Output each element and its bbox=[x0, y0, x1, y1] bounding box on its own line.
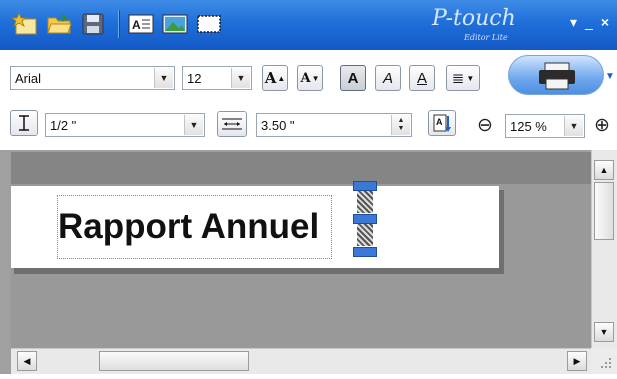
label-length-value: 3.50 " bbox=[261, 118, 295, 133]
scroll-left-button[interactable]: ◀ bbox=[17, 351, 37, 371]
title-bar: A P-touch Editor Lite ▾ _ × bbox=[0, 0, 617, 50]
window-controls: ▾ _ × bbox=[570, 14, 609, 34]
insert-text-button[interactable]: A bbox=[126, 9, 156, 39]
print-options-chevron-icon[interactable]: ▼ bbox=[603, 60, 617, 92]
minimize-button[interactable]: _ bbox=[585, 14, 593, 34]
logo-edition: Editor Lite bbox=[464, 33, 508, 42]
auto-length-icon: A bbox=[433, 114, 451, 132]
svg-text:A: A bbox=[132, 18, 141, 32]
vertical-scrollbar[interactable]: ▲ ▼ bbox=[591, 150, 617, 348]
floppy-disk-icon bbox=[82, 13, 104, 35]
chevron-down-icon[interactable]: ▼ bbox=[154, 68, 173, 88]
svg-text:A: A bbox=[436, 117, 443, 127]
italic-button[interactable]: A bbox=[375, 65, 401, 91]
arrow-left-icon: ◀ bbox=[23, 355, 31, 366]
label-text[interactable]: Rapport Annuel bbox=[58, 207, 343, 247]
logo-brand: P-touch bbox=[432, 6, 516, 31]
bold-icon: A bbox=[347, 69, 359, 87]
underline-button[interactable]: A bbox=[409, 65, 435, 91]
editing-canvas[interactable]: Rapport Annuel bbox=[0, 150, 617, 374]
align-button[interactable]: ≣ ▼ bbox=[446, 65, 480, 91]
tape-width-value: 1/2 " bbox=[50, 118, 77, 133]
label-length-icon bbox=[217, 111, 247, 137]
close-button[interactable]: × bbox=[601, 14, 609, 34]
menu-dropdown-icon[interactable]: ▾ bbox=[570, 14, 577, 34]
label-tape[interactable]: Rapport Annuel bbox=[11, 181, 499, 268]
resize-grip-icon[interactable] bbox=[591, 348, 617, 374]
arrow-up-icon: ▲ bbox=[599, 165, 609, 175]
tape-width-icon bbox=[10, 110, 38, 136]
chevron-down-icon[interactable]: ▼ bbox=[231, 68, 250, 88]
toolbar-separator bbox=[118, 10, 120, 38]
vertical-scroll-thumb[interactable] bbox=[594, 182, 614, 240]
scroll-up-button[interactable]: ▲ bbox=[594, 160, 614, 180]
arrow-right-icon: ▶ bbox=[573, 355, 581, 366]
insert-frame-button[interactable] bbox=[194, 9, 224, 39]
zoom-value: 125 % bbox=[510, 119, 547, 134]
save-button[interactable] bbox=[78, 9, 108, 39]
layout-toolbar: 1/2 " ▼ 3.50 " ▲ ▼ A ⊖ 125 % ▼ ⊕ bbox=[0, 102, 617, 150]
resize-handle-middle[interactable] bbox=[353, 214, 377, 224]
horizontal-scroll-thumb[interactable] bbox=[99, 351, 249, 371]
new-star-icon bbox=[12, 12, 37, 35]
text-box-icon: A bbox=[128, 14, 154, 34]
label-length-spinner[interactable]: 3.50 " ▲ ▼ bbox=[256, 113, 412, 137]
ptouch-logo: P-touch Editor Lite bbox=[428, 6, 518, 44]
font-name-value: Arial bbox=[15, 71, 42, 86]
print-button[interactable] bbox=[508, 55, 604, 95]
decrease-font-button[interactable]: A ▼ bbox=[297, 65, 323, 91]
scroll-down-button[interactable]: ▼ bbox=[594, 322, 614, 342]
resize-handle-bottom[interactable] bbox=[353, 247, 377, 257]
selection-hatch bbox=[357, 224, 373, 246]
canvas-top-band bbox=[11, 152, 591, 184]
text-object[interactable]: Rapport Annuel bbox=[57, 195, 332, 259]
horizontal-scrollbar[interactable]: ◀ ▶ bbox=[11, 348, 591, 374]
selection-hatch bbox=[357, 191, 373, 213]
picture-icon bbox=[162, 14, 188, 34]
arrow-down-icon: ▼ bbox=[599, 327, 609, 337]
align-left-icon: ≣ bbox=[451, 70, 465, 87]
italic-icon: A bbox=[382, 69, 393, 87]
increase-font-button[interactable]: A ▲ bbox=[262, 65, 288, 91]
auto-length-button[interactable]: A bbox=[428, 110, 456, 136]
printer-icon bbox=[539, 62, 575, 90]
insert-image-button[interactable] bbox=[160, 9, 190, 39]
scroll-right-button[interactable]: ▶ bbox=[567, 351, 587, 371]
spinner-arrows-icon[interactable]: ▲ ▼ bbox=[391, 115, 410, 135]
underline-icon: A bbox=[416, 69, 427, 87]
font-size-select[interactable]: 12 ▼ bbox=[182, 66, 252, 90]
chevron-down-icon[interactable]: ▼ bbox=[184, 115, 203, 135]
frame-icon bbox=[197, 15, 221, 33]
zoom-out-icon[interactable]: ⊖ bbox=[477, 114, 493, 137]
folder-icon bbox=[47, 14, 72, 34]
font-size-value: 12 bbox=[187, 71, 202, 86]
bold-button[interactable]: A bbox=[340, 65, 366, 91]
resize-handle-top[interactable] bbox=[353, 181, 377, 191]
decrease-font-icon: A bbox=[300, 70, 311, 86]
zoom-select[interactable]: 125 % ▼ bbox=[505, 114, 585, 138]
tape-width-select[interactable]: 1/2 " ▼ bbox=[45, 113, 205, 137]
resize-handles[interactable] bbox=[353, 181, 377, 259]
chevron-down-icon[interactable]: ▼ bbox=[564, 116, 583, 136]
increase-font-icon: A bbox=[264, 69, 277, 87]
font-name-select[interactable]: Arial ▼ bbox=[10, 66, 175, 90]
new-label-button[interactable] bbox=[10, 9, 40, 39]
zoom-in-icon[interactable]: ⊕ bbox=[594, 114, 610, 137]
open-button[interactable] bbox=[44, 9, 74, 39]
